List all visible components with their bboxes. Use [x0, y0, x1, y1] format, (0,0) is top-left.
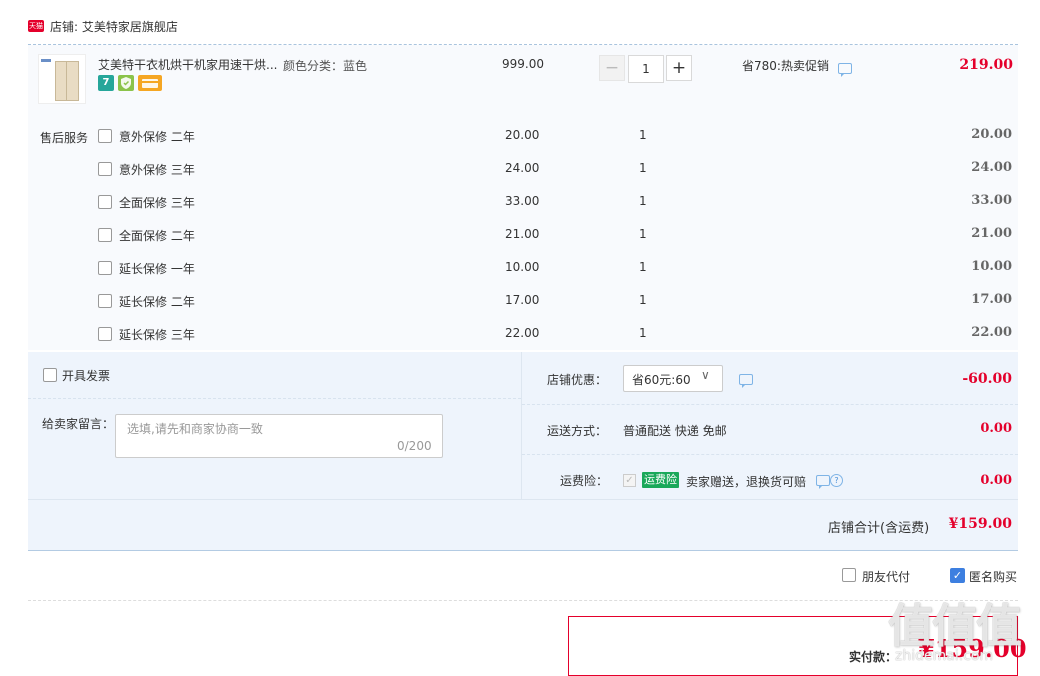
service-subtotal: 33.00: [971, 193, 1012, 208]
discount-info-icon[interactable]: [739, 374, 753, 388]
service-price: 22.00: [505, 326, 540, 340]
row-divider: [28, 499, 1018, 500]
service-quantity: 1: [639, 260, 647, 274]
watermark-logo: 值值值: [888, 599, 1022, 653]
service-row: 延长保修 一年 10.00 1 10.00: [0, 259, 1040, 279]
tmall-logo: 天猫: [28, 20, 44, 32]
service-row: 全面保修 三年 33.00 1 33.00: [0, 193, 1040, 213]
row-divider: [522, 454, 1018, 455]
service-row: 延长保修 二年 17.00 1 17.00: [0, 292, 1040, 312]
service-row: 意外保修 三年 24.00 1 24.00: [0, 160, 1040, 180]
panel-bottom-border: [28, 550, 1018, 551]
service-price: 10.00: [505, 260, 540, 274]
promo-info-icon[interactable]: [838, 63, 852, 77]
product-attribute: 颜色分类：蓝色: [283, 59, 368, 73]
invoice-checkbox[interactable]: [43, 368, 57, 382]
service-quantity: 1: [639, 293, 647, 307]
service-name[interactable]: 全面保修 二年: [119, 227, 195, 244]
service-price: 21.00: [505, 227, 540, 241]
service-price: 33.00: [505, 194, 540, 208]
service-checkbox[interactable]: [98, 327, 112, 341]
shipping-method: 普通配送 快递 免邮: [623, 424, 727, 438]
row-divider: [522, 404, 1018, 405]
shipping-insurance-badge: 运费险: [642, 472, 679, 488]
watermark-url: zhidemai.com: [895, 648, 994, 664]
service-checkbox[interactable]: [98, 228, 112, 242]
service-name[interactable]: 意外保修 二年: [119, 128, 195, 145]
item-total-price: 219.00: [959, 57, 1013, 73]
store-discount-label: 店铺优惠：: [547, 373, 608, 387]
credit-card-badge-icon[interactable]: [138, 75, 162, 91]
service-subtotal: 21.00: [971, 226, 1012, 241]
service-row: 延长保修 三年 22.00 1 22.00: [0, 325, 1040, 345]
shipping-insurance-checkbox: ✓: [623, 474, 636, 487]
character-counter: 0/200: [397, 439, 432, 453]
service-name[interactable]: 意外保修 三年: [119, 161, 195, 178]
service-name[interactable]: 延长保修 一年: [119, 260, 195, 277]
shield-badge-icon[interactable]: [118, 75, 134, 91]
column-divider: [521, 352, 522, 499]
shipping-insurance-text: 卖家赠送，退换货可赔: [686, 475, 807, 489]
seller-message-placeholder: 选填,请先和商家协商一致: [127, 422, 263, 436]
service-quantity: 1: [639, 194, 647, 208]
friend-pay-checkbox[interactable]: [842, 568, 856, 582]
footer-divider: [28, 600, 1018, 601]
quantity-input[interactable]: 1: [628, 55, 664, 83]
service-checkbox[interactable]: [98, 294, 112, 308]
service-subtotal: 24.00: [971, 160, 1012, 175]
service-quantity: 1: [639, 326, 647, 340]
unit-price: 999.00: [502, 57, 544, 71]
service-name[interactable]: 延长保修 三年: [119, 326, 195, 343]
service-checkbox[interactable]: [98, 129, 112, 143]
service-subtotal: 20.00: [971, 127, 1012, 142]
service-subtotal: 17.00: [971, 292, 1012, 307]
service-name[interactable]: 延长保修 二年: [119, 293, 195, 310]
service-quantity: 1: [639, 128, 647, 142]
service-row: 意外保修 二年 20.00 1 20.00: [0, 127, 1040, 147]
insurance-chat-icon[interactable]: [816, 475, 830, 489]
service-checkbox[interactable]: [98, 162, 112, 176]
friend-pay-label[interactable]: 朋友代付: [862, 568, 910, 585]
service-quantity: 1: [639, 161, 647, 175]
shipping-amount: 0.00: [980, 421, 1012, 436]
discount-amount: -60.00: [962, 371, 1012, 387]
service-checkbox[interactable]: [98, 195, 112, 209]
quantity-decrease-button[interactable]: −: [599, 55, 625, 81]
shipping-insurance-label: 运费险：: [560, 474, 609, 488]
anonymous-purchase-checkbox[interactable]: ✓: [950, 568, 965, 583]
service-row: 全面保修 二年 21.00 1 21.00: [0, 226, 1040, 246]
service-checkbox[interactable]: [98, 261, 112, 275]
service-name[interactable]: 全面保修 三年: [119, 194, 195, 211]
quantity-increase-button[interactable]: +: [666, 55, 692, 81]
chevron-down-icon[interactable]: ∨: [701, 368, 710, 382]
seller-message-label: 给卖家留言：: [42, 417, 115, 431]
row-divider: [28, 398, 521, 399]
store-discount-selected[interactable]: 省60元:60: [632, 371, 691, 388]
shipping-label: 运送方式：: [547, 424, 608, 438]
seven-day-return-icon[interactable]: 7: [98, 75, 114, 91]
service-quantity: 1: [639, 227, 647, 241]
service-subtotal: 22.00: [971, 325, 1012, 340]
help-icon[interactable]: ?: [830, 474, 843, 487]
anonymous-purchase-label[interactable]: 匿名购买: [969, 568, 1017, 585]
product-thumbnail[interactable]: [38, 54, 86, 104]
insurance-amount: 0.00: [980, 473, 1012, 488]
store-total-value: ¥159.00: [948, 516, 1012, 532]
service-price: 24.00: [505, 161, 540, 175]
service-price: 20.00: [505, 128, 540, 142]
store-name[interactable]: 店铺: 艾美特家居旗舰店: [50, 18, 178, 35]
store-total-label: 店铺合计(含运费): [828, 521, 930, 536]
promotion-text: 省780:热卖促销: [742, 59, 829, 73]
service-subtotal: 10.00: [971, 259, 1012, 274]
product-title[interactable]: 艾美特干衣机烘干机家用速干烘...: [98, 56, 277, 73]
invoice-label[interactable]: 开具发票: [62, 367, 110, 384]
service-price: 17.00: [505, 293, 540, 307]
